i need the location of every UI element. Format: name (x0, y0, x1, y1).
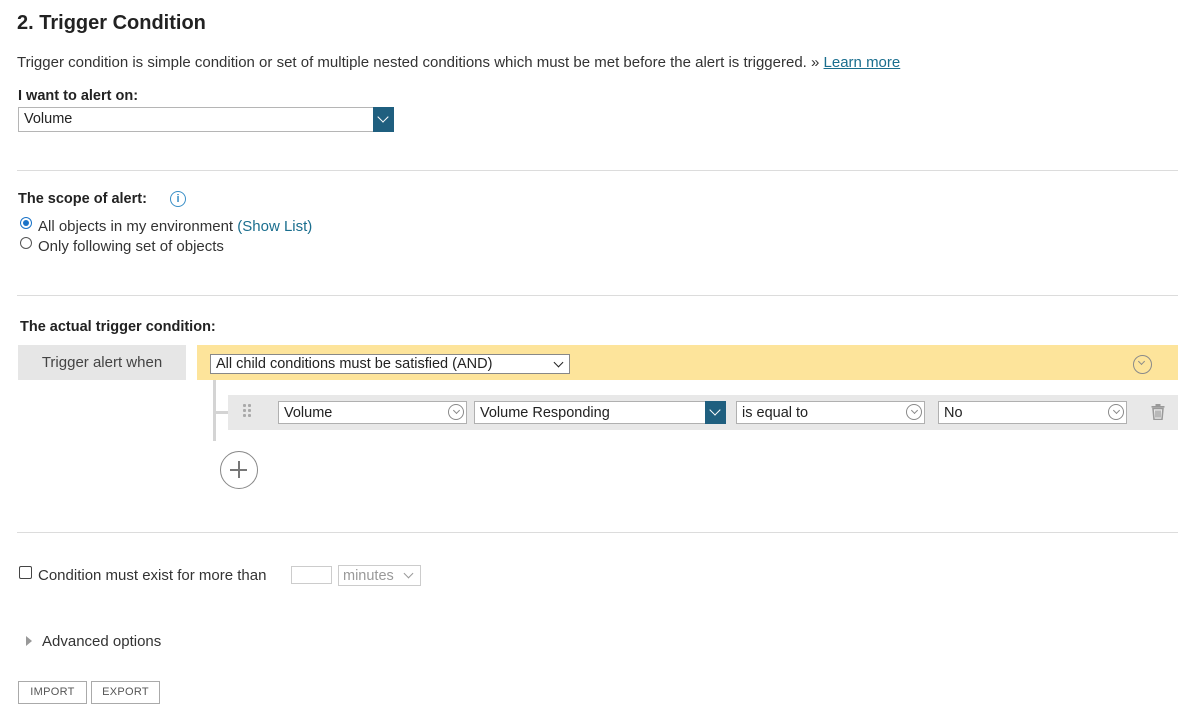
dropdown-button[interactable] (373, 107, 394, 132)
condition-value-value: No (944, 405, 963, 421)
chevron-down-icon (403, 568, 414, 579)
section-description: Trigger condition is simple condition or… (17, 54, 900, 71)
chevron-down-icon (1108, 404, 1124, 420)
alert-on-select[interactable]: Volume (18, 107, 394, 132)
trigger-condition-label: The actual trigger condition: (20, 319, 216, 335)
alert-on-label: I want to alert on: (18, 88, 139, 104)
group-collapse-icon[interactable] (1133, 355, 1152, 374)
tree-connector (216, 411, 228, 414)
expand-triangle-icon[interactable] (26, 636, 32, 646)
condition-object-value: Volume (284, 405, 333, 421)
duration-unit-select[interactable]: minutes (338, 565, 421, 586)
duration-checkbox[interactable] (19, 566, 32, 579)
condition-value-select[interactable]: No (938, 401, 1127, 424)
alert-on-value: Volume (24, 111, 73, 127)
show-list-link[interactable]: (Show List) (237, 218, 312, 235)
chevron-down-icon (448, 404, 464, 420)
condition-field-value: Volume Responding (480, 405, 610, 421)
info-icon[interactable]: i (170, 191, 186, 207)
trash-icon[interactable] (1151, 404, 1165, 421)
scope-option-all-label: All objects in my environment (38, 218, 234, 235)
drag-handle-icon[interactable] (243, 404, 251, 420)
import-button[interactable]: IMPORT (18, 681, 87, 704)
chevron-down-icon (906, 404, 922, 420)
scope-option-all: All objects in my environment (Show List… (38, 218, 312, 235)
description-text: Trigger condition is simple condition or… (17, 54, 820, 71)
duration-unit-value: minutes (343, 568, 394, 584)
condition-field-select[interactable]: Volume Responding (474, 401, 726, 424)
duration-input[interactable] (291, 566, 332, 584)
dropdown-button[interactable] (705, 401, 726, 424)
export-button[interactable]: EXPORT (91, 681, 160, 704)
group-logic-value: All child conditions must be satisfied (… (216, 356, 493, 372)
group-logic-select[interactable]: All child conditions must be satisfied (… (210, 354, 570, 374)
radio-all-objects[interactable] (20, 217, 32, 229)
advanced-options-toggle[interactable]: Advanced options (42, 633, 161, 650)
duration-label: Condition must exist for more than (38, 567, 267, 584)
condition-operator-value: is equal to (742, 405, 809, 421)
chevron-down-icon (553, 357, 564, 368)
scope-option-following: Only following set of objects (38, 238, 224, 255)
condition-object-select[interactable]: Volume (278, 401, 467, 424)
chevron-down-icon (377, 111, 389, 123)
radio-following-objects[interactable] (20, 237, 32, 249)
divider (17, 295, 1178, 296)
section-title: 2. Trigger Condition (17, 12, 206, 34)
condition-operator-select[interactable]: is equal to (736, 401, 925, 424)
chevron-down-icon (709, 404, 721, 416)
trigger-when-label: Trigger alert when (18, 345, 186, 380)
divider (17, 532, 1178, 533)
learn-more-link[interactable]: Learn more (824, 54, 901, 71)
scope-label: The scope of alert: (18, 191, 147, 207)
divider (17, 170, 1178, 171)
add-condition-button[interactable] (220, 451, 258, 489)
